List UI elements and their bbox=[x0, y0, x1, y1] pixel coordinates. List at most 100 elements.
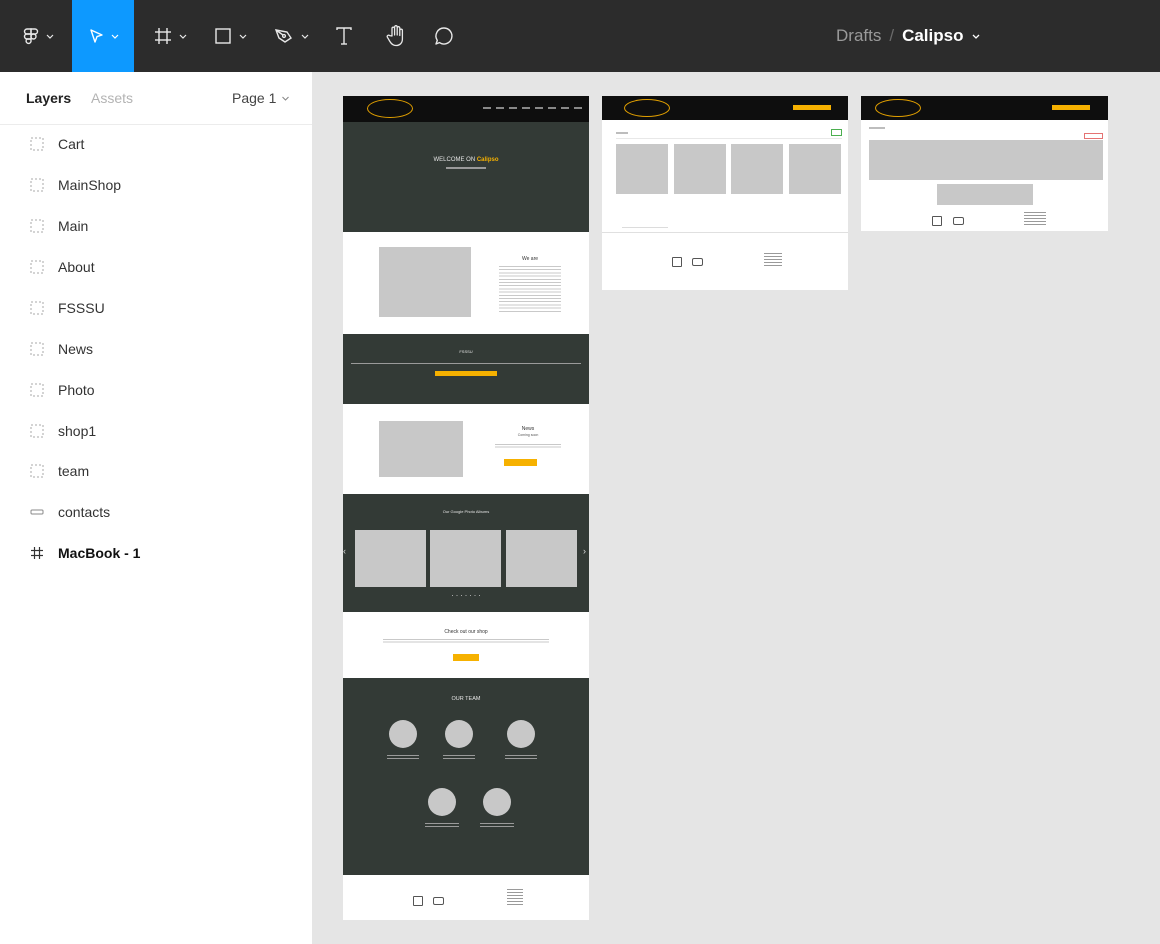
product-placeholder[interactable] bbox=[674, 144, 726, 194]
social-icon bbox=[932, 216, 942, 226]
frame-dotted-icon bbox=[30, 260, 44, 274]
cart-header bbox=[861, 96, 1108, 120]
shop-button[interactable] bbox=[453, 654, 479, 661]
breadcrumb: Drafts / Calipso bbox=[836, 0, 981, 72]
carousel-next-icon[interactable]: › bbox=[583, 546, 586, 556]
team-member-text bbox=[387, 755, 419, 761]
layer-item-about[interactable]: About bbox=[0, 247, 312, 287]
frame-dotted-icon bbox=[30, 301, 44, 315]
site-logo bbox=[875, 99, 921, 117]
team-avatar bbox=[428, 788, 456, 816]
product-placeholder[interactable] bbox=[731, 144, 783, 194]
fsssu-button[interactable] bbox=[435, 371, 497, 376]
move-tool-icon bbox=[90, 29, 103, 43]
layer-name: Main bbox=[58, 218, 89, 234]
layer-item-cart[interactable]: Cart bbox=[0, 124, 312, 164]
layer-item-main[interactable]: Main bbox=[0, 206, 312, 246]
header-button[interactable] bbox=[1052, 105, 1090, 110]
site-header bbox=[343, 96, 589, 122]
chevron-down-icon bbox=[111, 34, 119, 39]
photo-album-placeholder[interactable] bbox=[506, 530, 577, 587]
text-tool-button[interactable] bbox=[328, 0, 360, 72]
layer-item-fsssu[interactable]: FSSSU bbox=[0, 288, 312, 328]
team-member-text bbox=[443, 755, 475, 761]
divider bbox=[616, 138, 842, 139]
frame-macbook-1[interactable]: WELCOME ON Calipso We are FSSSU News Com… bbox=[343, 96, 589, 920]
fsssu-section: FSSSU bbox=[343, 334, 589, 404]
frame-dotted-icon bbox=[30, 383, 44, 397]
site-logo bbox=[624, 99, 670, 117]
layer-item-photo[interactable]: Photo bbox=[0, 370, 312, 410]
layer-name: Cart bbox=[58, 136, 85, 152]
page-selector[interactable]: Page 1 bbox=[232, 90, 290, 106]
move-tool-button[interactable] bbox=[72, 0, 134, 72]
frame-mainshop[interactable] bbox=[602, 96, 848, 290]
cart-clear-button[interactable] bbox=[1084, 133, 1103, 139]
team-avatar bbox=[445, 720, 473, 748]
team-title: OUR TEAM bbox=[451, 696, 481, 702]
photo-title: Our Google Photo Albums bbox=[442, 509, 490, 514]
tab-layers[interactable]: Layers bbox=[26, 90, 71, 106]
team-section: OUR TEAM bbox=[343, 678, 589, 875]
pen-tool-button[interactable] bbox=[266, 0, 316, 72]
layer-name: Photo bbox=[58, 382, 95, 398]
frame-hash-icon bbox=[31, 547, 43, 559]
frame-cart[interactable] bbox=[861, 96, 1108, 231]
about-title: We are bbox=[521, 256, 539, 262]
hand-tool-icon bbox=[386, 25, 404, 47]
figma-menu-icon bbox=[23, 28, 39, 45]
photo-album-placeholder[interactable] bbox=[355, 530, 426, 587]
site-footer bbox=[343, 875, 589, 920]
chevron-down-icon[interactable] bbox=[971, 31, 981, 41]
footer-contacts bbox=[1024, 212, 1046, 226]
panel-tabs: Layers Assets Page 1 bbox=[0, 72, 312, 125]
layer-item-team[interactable]: team bbox=[0, 451, 312, 491]
carousel-prev-icon[interactable]: ‹ bbox=[343, 546, 346, 556]
news-button[interactable] bbox=[504, 459, 537, 466]
photo-album-placeholder[interactable] bbox=[430, 530, 501, 587]
site-nav bbox=[483, 107, 583, 109]
cart-items-placeholder bbox=[869, 140, 1103, 180]
comment-tool-icon bbox=[435, 27, 453, 45]
layer-item-mainshop[interactable]: MainShop bbox=[0, 165, 312, 205]
layer-item-macbook-1[interactable]: MacBook - 1 bbox=[0, 533, 312, 573]
tab-assets[interactable]: Assets bbox=[91, 90, 133, 106]
header-button[interactable] bbox=[793, 105, 831, 110]
hero-brand: Calipso bbox=[476, 157, 499, 163]
product-placeholder[interactable] bbox=[616, 144, 668, 194]
news-title: News bbox=[521, 426, 535, 432]
cart-button[interactable] bbox=[831, 129, 842, 136]
carousel-dots bbox=[452, 595, 480, 596]
shop-subheader-label bbox=[616, 132, 628, 134]
rectangle-icon bbox=[30, 509, 44, 515]
about-section: We are bbox=[343, 232, 589, 334]
file-name[interactable]: Calipso bbox=[902, 26, 963, 46]
layer-name: About bbox=[58, 259, 95, 275]
main-menu-button[interactable] bbox=[14, 0, 62, 72]
fsssu-text bbox=[351, 363, 581, 364]
divider bbox=[622, 227, 668, 228]
shape-tool-button[interactable] bbox=[206, 0, 254, 72]
layer-name: News bbox=[58, 341, 94, 357]
frame-dotted-icon bbox=[30, 342, 44, 356]
text-tool-icon bbox=[336, 27, 352, 45]
hero-title: WELCOME ON Calipso bbox=[343, 157, 589, 163]
frame-tool-button[interactable] bbox=[146, 0, 194, 72]
layer-item-news[interactable]: News bbox=[0, 329, 312, 369]
frame-dotted-icon bbox=[30, 219, 44, 233]
frame-dotted-icon bbox=[30, 464, 44, 478]
hero-section: WELCOME ON Calipso bbox=[343, 122, 589, 232]
news-text bbox=[495, 444, 561, 449]
pen-tool-icon bbox=[274, 29, 292, 43]
shop-title: Check out our shop bbox=[444, 629, 488, 635]
comment-tool-button[interactable] bbox=[426, 0, 462, 72]
layer-item-contacts[interactable]: contacts bbox=[0, 492, 312, 532]
layer-item-shop1[interactable]: shop1 bbox=[0, 411, 312, 451]
shop-section: Check out our shop bbox=[343, 612, 589, 678]
frame-tool-icon bbox=[155, 28, 171, 44]
product-placeholder[interactable] bbox=[789, 144, 841, 194]
canvas[interactable]: WELCOME ON Calipso We are FSSSU News Com… bbox=[312, 72, 1160, 944]
hand-tool-button[interactable] bbox=[378, 0, 414, 72]
chevron-down-icon bbox=[301, 34, 309, 39]
breadcrumb-folder[interactable]: Drafts bbox=[836, 26, 881, 46]
